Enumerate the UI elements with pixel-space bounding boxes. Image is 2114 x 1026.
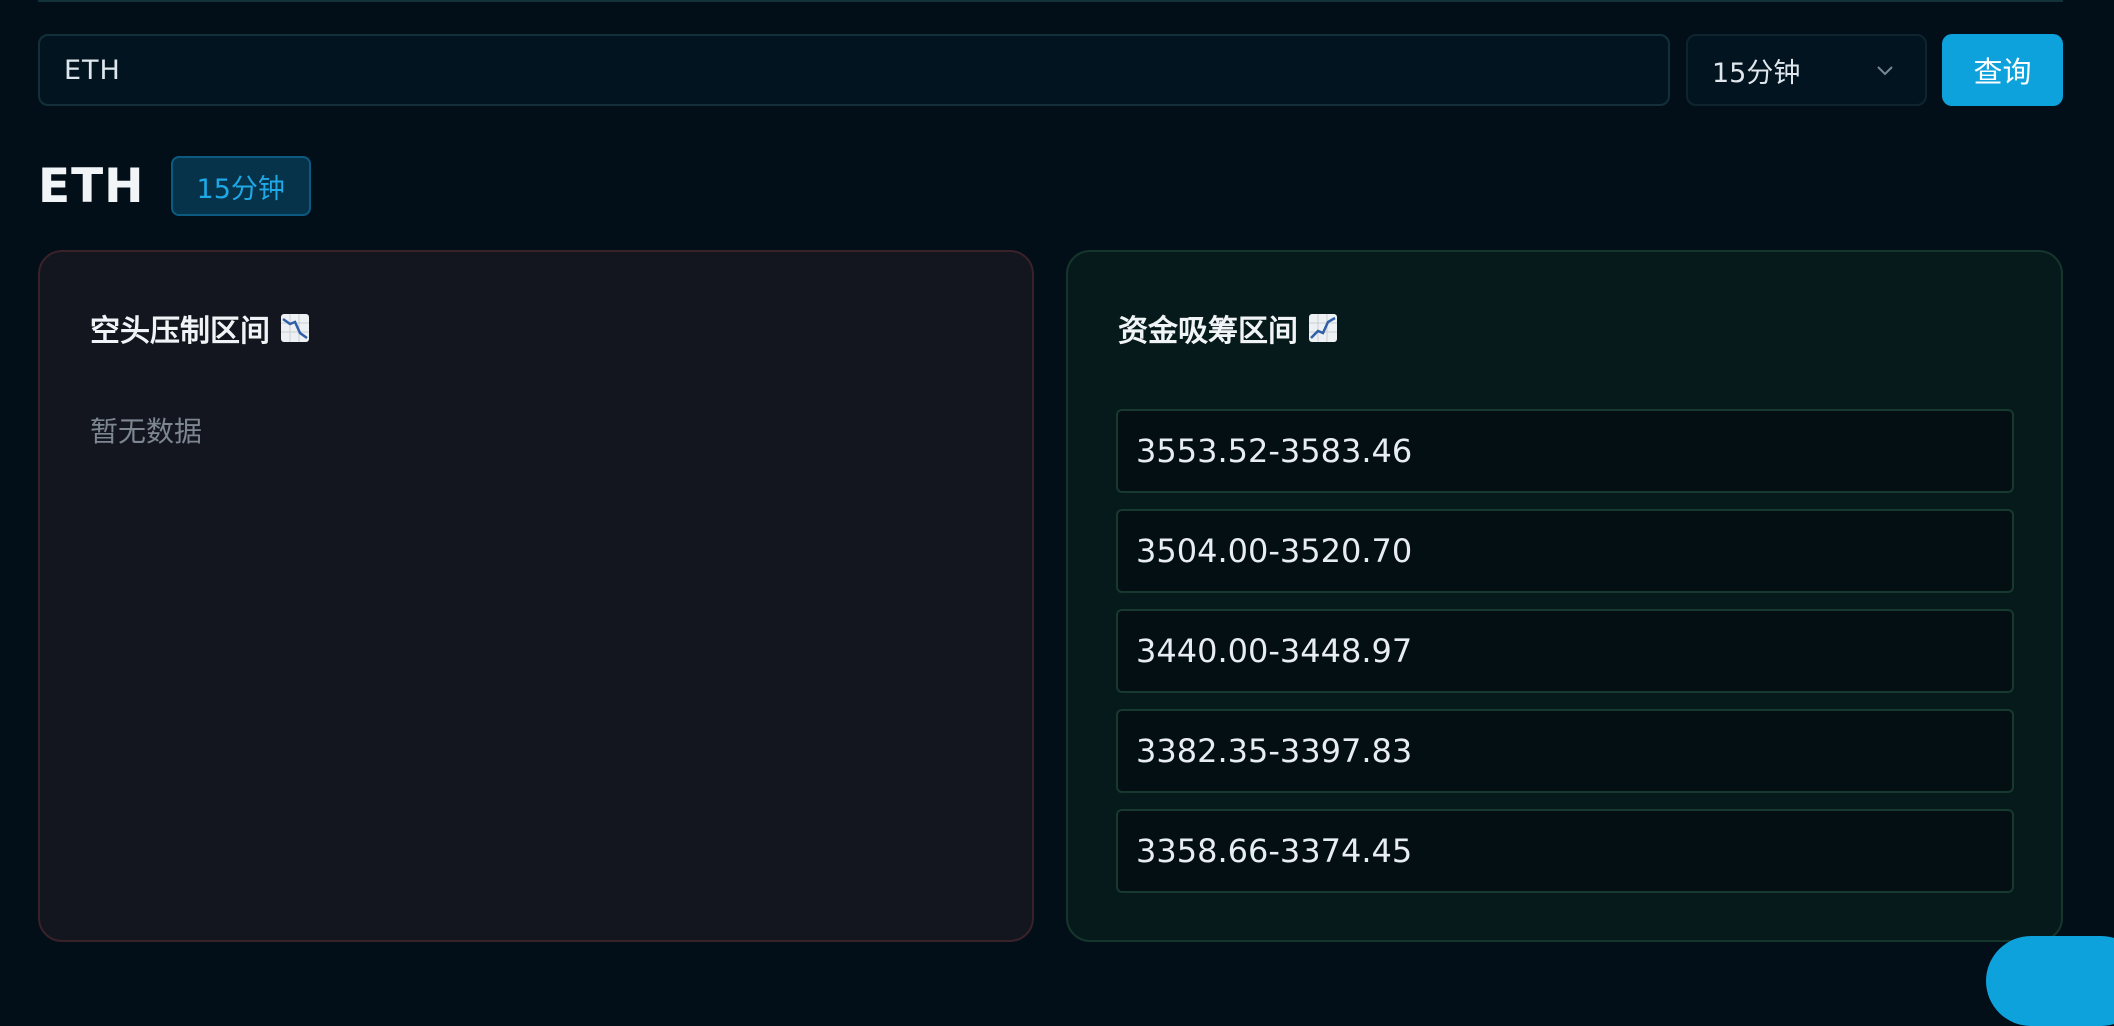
zone-item: 3553.52-3583.46 [1116, 409, 2014, 493]
bull-panel-title-text: 资金吸筹区间 [1118, 314, 1298, 349]
zone-list: 3553.52-3583.46 3504.00-3520.70 3440.00-… [1116, 409, 2014, 909]
zone-item: 3504.00-3520.70 [1116, 509, 2014, 593]
top-divider [38, 0, 2063, 2]
zone-item: 3358.66-3374.45 [1116, 809, 2014, 893]
floating-action-button[interactable] [1986, 936, 2114, 1026]
bull-panel-title: 资金吸筹区间 [1118, 306, 1338, 350]
result-header: ETH 15分钟 [38, 155, 311, 217]
symbol-input[interactable] [38, 34, 1670, 106]
accumulation-panel: 资金吸筹区间 3553.52-3583.46 3504.00-3520.70 3… [1066, 250, 2063, 942]
bear-panel-title-text: 空头压制区间 [90, 314, 270, 349]
chart-decreasing-icon [281, 314, 309, 342]
bear-panel-title: 空头压制区间 [90, 306, 310, 350]
zone-item: 3382.35-3397.83 [1116, 709, 2014, 793]
page-title: ETH [38, 158, 145, 214]
query-button[interactable]: 查询 [1942, 34, 2063, 106]
bear-pressure-panel: 空头压制区间 暂无数据 [38, 250, 1034, 942]
interval-select-value: 15分钟 [1712, 57, 1801, 89]
interval-select[interactable]: 15分钟 [1686, 34, 1927, 106]
search-bar: 15分钟 查询 [38, 34, 2063, 106]
chart-increasing-icon [1309, 314, 1337, 342]
interval-badge: 15分钟 [170, 156, 311, 216]
empty-state-text: 暂无数据 [90, 415, 203, 448]
chevron-down-icon [1877, 66, 1893, 76]
zone-item: 3440.00-3448.97 [1116, 609, 2014, 693]
